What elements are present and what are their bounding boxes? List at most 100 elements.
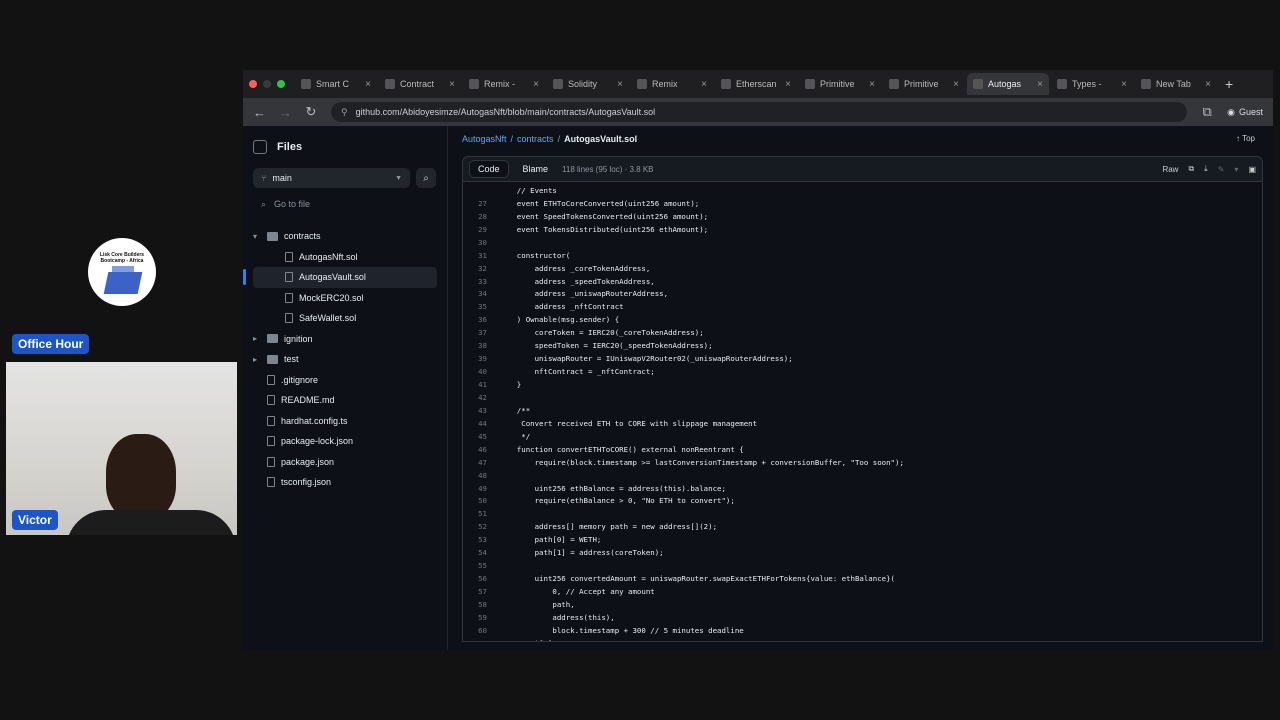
line-number[interactable]: 37	[463, 328, 499, 337]
more-chevron-icon[interactable]: ▾	[1234, 165, 1238, 174]
line-number[interactable]: 45	[463, 432, 499, 441]
browser-tab[interactable]: Primitive ×	[799, 73, 881, 95]
forward-icon[interactable]: →	[279, 105, 292, 120]
tree-file[interactable]: hardhat.config.ts	[253, 411, 437, 432]
collapse-sidebar-icon[interactable]	[253, 140, 267, 154]
tree-file[interactable]: MockERC20.sol	[253, 288, 437, 309]
line-number[interactable]: 46	[463, 445, 499, 454]
tab-blame[interactable]: Blame	[515, 161, 557, 177]
participant-body	[66, 510, 236, 535]
browser-tab[interactable]: Remix - ×	[463, 73, 545, 95]
breadcrumb-repo[interactable]: AutogasNft	[462, 134, 507, 148]
tree-folder[interactable]: ▾ contracts	[253, 226, 437, 247]
line-number[interactable]: 51	[463, 509, 499, 518]
tree-file[interactable]: .gitignore	[253, 370, 437, 391]
raw-button[interactable]: Raw	[1162, 165, 1178, 174]
profile-button[interactable]: ◉ Guest	[1227, 107, 1263, 118]
line-number[interactable]: 44	[463, 419, 499, 428]
browser-tab[interactable]: Autogas ×	[967, 73, 1049, 95]
browser-tab[interactable]: Primitive ×	[883, 73, 965, 95]
line-number[interactable]: 28	[463, 212, 499, 221]
close-tab-icon[interactable]: ×	[617, 79, 623, 90]
close-tab-icon[interactable]: ×	[1205, 79, 1211, 90]
tree-file[interactable]: tsconfig.json	[253, 472, 437, 493]
line-number[interactable]: 32	[463, 264, 499, 273]
tree-file[interactable]: package.json	[253, 452, 437, 473]
close-tab-icon[interactable]: ×	[1037, 79, 1043, 90]
reload-icon[interactable]: ↻	[305, 104, 317, 120]
line-number[interactable]: 36	[463, 315, 499, 324]
breadcrumb-dir[interactable]: contracts	[517, 134, 554, 148]
extensions-icon[interactable]: ⧉	[1201, 104, 1213, 120]
symbols-panel-icon[interactable]: ▣	[1248, 165, 1256, 174]
tree-folder[interactable]: ▸ ignition	[253, 329, 437, 350]
line-number[interactable]: 56	[463, 574, 499, 583]
code-line: 54 path[1] = address(coreToken);	[463, 546, 1262, 559]
close-tab-icon[interactable]: ×	[785, 79, 791, 90]
line-number[interactable]: 35	[463, 302, 499, 311]
close-tab-icon[interactable]: ×	[869, 79, 875, 90]
line-number[interactable]: 31	[463, 251, 499, 260]
line-number[interactable]: 47	[463, 458, 499, 467]
line-number[interactable]: 52	[463, 522, 499, 531]
minimize-window-button[interactable]	[263, 80, 271, 88]
code-line: 34 address _uniswapRouterAddress,	[463, 288, 1262, 301]
browser-tab[interactable]: Etherscan ×	[715, 73, 797, 95]
browser-tab[interactable]: Solidity ×	[547, 73, 629, 95]
line-number[interactable]: 48	[463, 471, 499, 480]
close-window-button[interactable]	[249, 80, 257, 88]
line-number[interactable]: 53	[463, 535, 499, 544]
line-number[interactable]: 43	[463, 406, 499, 415]
new-tab-button[interactable]: +	[1225, 76, 1233, 92]
tree-file[interactable]: AutogasVault.sol	[243, 267, 437, 288]
maximize-window-button[interactable]	[277, 80, 285, 88]
tree-file[interactable]: package-lock.json	[253, 431, 437, 452]
browser-tab[interactable]: Types - ×	[1051, 73, 1133, 95]
line-number[interactable]: 49	[463, 484, 499, 493]
close-tab-icon[interactable]: ×	[701, 79, 707, 90]
edit-icon[interactable]: ✎	[1218, 165, 1225, 174]
line-number[interactable]: 54	[463, 548, 499, 557]
line-number[interactable]: 34	[463, 289, 499, 298]
browser-tab[interactable]: Remix ×	[631, 73, 713, 95]
download-icon[interactable]: ⤓	[1204, 164, 1208, 174]
line-number[interactable]: 55	[463, 561, 499, 570]
line-number[interactable]: 61	[463, 639, 499, 641]
line-number[interactable]: 33	[463, 277, 499, 286]
tree-file[interactable]: SafeWallet.sol	[253, 308, 437, 329]
line-number[interactable]: 29	[463, 225, 499, 234]
line-number[interactable]: 42	[463, 393, 499, 402]
tab-code[interactable]: Code	[469, 160, 509, 178]
line-number[interactable]: 57	[463, 587, 499, 596]
tree-file[interactable]: AutogasNft.sol	[253, 247, 437, 268]
line-number[interactable]: 38	[463, 341, 499, 350]
go-to-file-input[interactable]: ⌕ Go to file	[253, 194, 437, 214]
line-number[interactable]: 39	[463, 354, 499, 363]
close-tab-icon[interactable]: ×	[449, 79, 455, 90]
browser-tab[interactable]: Contract ×	[379, 73, 461, 95]
tree-file[interactable]: README.md	[253, 390, 437, 411]
address-bar[interactable]: ⚲ github.com/Abidoyesimze/AutogasNft/blo…	[331, 102, 1188, 122]
line-number[interactable]: 59	[463, 613, 499, 622]
line-number[interactable]: 60	[463, 626, 499, 635]
browser-tab[interactable]: New Tab ×	[1135, 73, 1217, 95]
close-tab-icon[interactable]: ×	[365, 79, 371, 90]
line-number[interactable]: 41	[463, 380, 499, 389]
back-icon[interactable]: ←	[253, 105, 266, 120]
close-tab-icon[interactable]: ×	[533, 79, 539, 90]
line-number[interactable]: 40	[463, 367, 499, 376]
line-number[interactable]: 50	[463, 496, 499, 505]
search-files-button[interactable]: ⌕	[416, 168, 436, 188]
browser-tab[interactable]: Smart C ×	[295, 73, 377, 95]
site-info-icon[interactable]: ⚲	[341, 107, 348, 118]
favicon-icon	[301, 79, 311, 89]
line-number[interactable]: 27	[463, 199, 499, 208]
line-number[interactable]: 58	[463, 600, 499, 609]
line-number[interactable]: 30	[463, 238, 499, 247]
close-tab-icon[interactable]: ×	[1121, 79, 1127, 90]
branch-selector[interactable]: ⑂ main ▼	[253, 168, 410, 188]
tree-folder[interactable]: ▸ test	[253, 349, 437, 370]
close-tab-icon[interactable]: ×	[953, 79, 959, 90]
top-link[interactable]: ↑ Top	[1236, 134, 1255, 143]
copy-icon[interactable]: ⧉	[1188, 164, 1194, 174]
